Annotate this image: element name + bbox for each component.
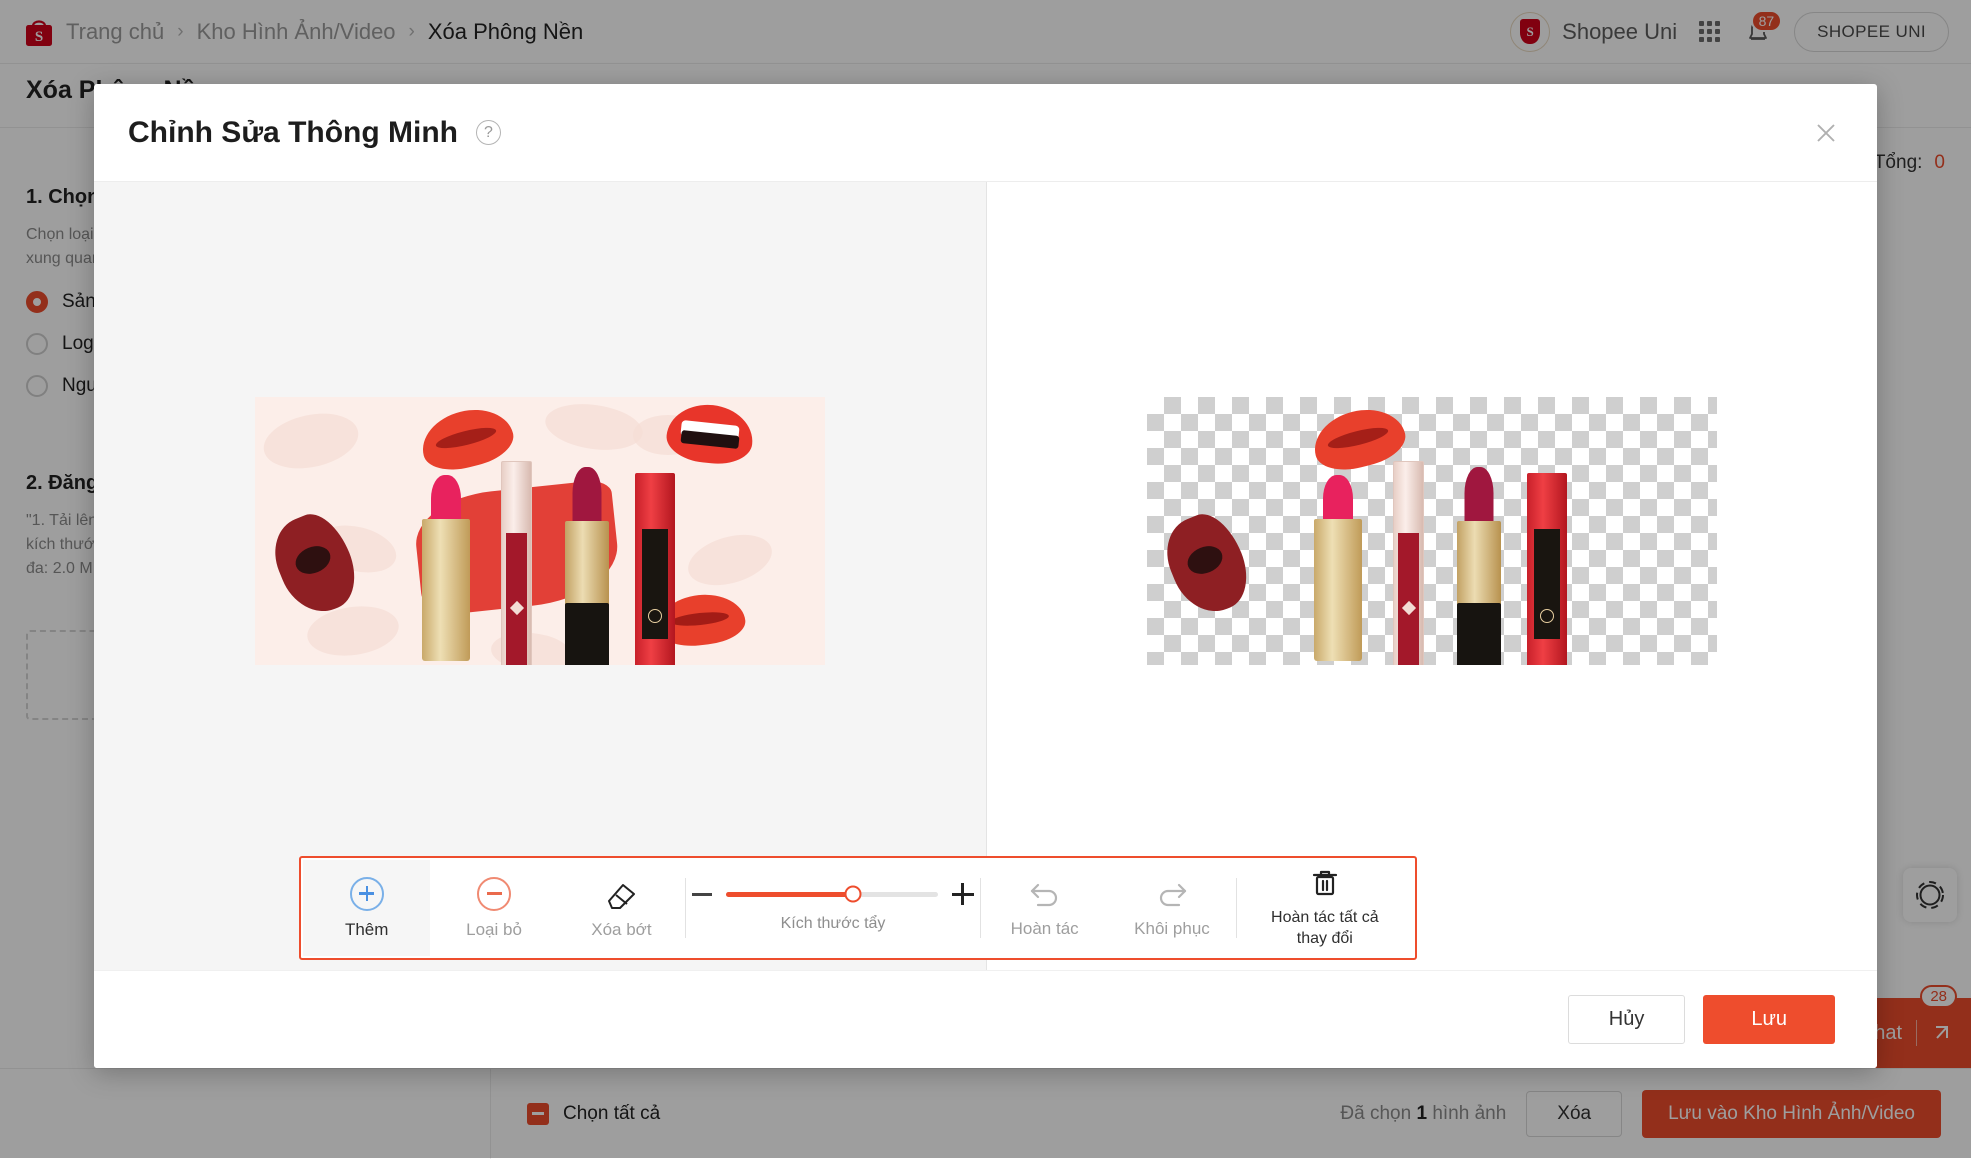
minus-icon[interactable] [692,893,712,896]
original-image-pane [94,182,987,970]
reset-label-line-2: thay đổi [1297,930,1353,947]
reset-all-changes-label: Hoàn tác tất cả thay đổi [1271,908,1379,950]
smart-edit-modal: Chỉnh Sửa Thông Minh ? [94,84,1877,1068]
redo-label: Khôi phục [1134,919,1210,939]
modal-title: Chỉnh Sửa Thông Minh [128,116,458,150]
tool-remove-button[interactable]: Loại bỏ [430,860,557,956]
tool-erase-label: Xóa bớt [591,920,651,940]
edit-toolbar: Thêm Loại bỏ Xóa bớt [303,860,1413,956]
eraser-icon [603,877,639,911]
modal-footer: Hủy Lưu [94,970,1877,1068]
redo-button[interactable]: Khôi phục [1108,860,1235,956]
plus-icon[interactable] [952,883,974,905]
help-icon[interactable]: ? [476,120,501,145]
tool-add-label: Thêm [345,920,388,940]
background-removed-image[interactable] [1147,397,1717,665]
trash-icon [1309,867,1341,899]
brush-size-control: Kích thước tẩy [686,860,980,956]
brush-size-slider[interactable] [726,892,938,897]
plus-circle-icon [350,877,384,911]
result-image-pane [987,182,1877,970]
save-button[interactable]: Lưu [1703,995,1835,1044]
tool-remove-label: Loại bỏ [466,920,522,940]
tool-add-button[interactable]: Thêm [303,860,430,956]
cancel-button[interactable]: Hủy [1568,995,1686,1044]
brush-size-slider-row [686,883,980,905]
tool-erase-button[interactable]: Xóa bớt [558,860,685,956]
undo-arrow-icon [1027,878,1063,910]
undo-label: Hoàn tác [1011,919,1079,939]
modal-body: Thêm Loại bỏ Xóa bớt [94,182,1877,970]
edit-toolbar-container: Thêm Loại bỏ Xóa bớt [299,856,1417,960]
modal-header: Chỉnh Sửa Thông Minh ? [94,84,1877,182]
original-image[interactable] [255,397,825,665]
reset-all-changes-button[interactable]: Hoàn tác tất cả thay đổi [1237,860,1413,956]
brush-size-label: Kích thước tẩy [781,915,886,933]
minus-circle-icon [477,877,511,911]
reset-label-line-1: Hoàn tác tất cả [1271,909,1379,926]
undo-button[interactable]: Hoàn tác [981,860,1108,956]
slider-fill [726,892,853,897]
redo-arrow-icon [1154,878,1190,910]
close-icon[interactable] [1809,116,1843,150]
slider-knob[interactable] [845,886,862,903]
